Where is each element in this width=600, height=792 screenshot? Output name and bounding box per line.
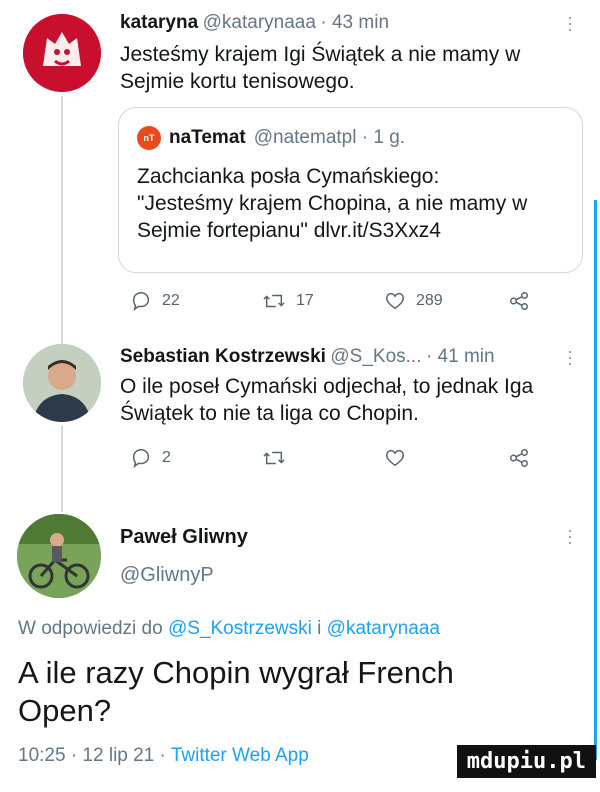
quoted-tweet-card[interactable]: nT naTemat @natematpl · 1 g. Zachcianka …	[118, 107, 583, 273]
author-handle[interactable]: @S_Kos...	[330, 346, 421, 367]
thread-line	[61, 96, 63, 336]
share-icon	[510, 292, 528, 310]
quote-text-line: "Jesteśmy krajem Chopina, a nie mamy w	[137, 192, 528, 215]
avatar-kataryna[interactable]	[23, 14, 101, 92]
more-icon[interactable]: · · ·	[567, 342, 573, 372]
retweet-button[interactable]	[262, 447, 296, 469]
like-count: 289	[416, 292, 443, 309]
tweet-text-line: A ile razy Chopin wygrał French	[18, 655, 454, 690]
reply-count: 22	[162, 292, 180, 309]
reply-count: 2	[162, 449, 171, 466]
tweet-header: Sebastian Kostrzewski @S_Kos... · 41 min	[120, 346, 495, 368]
reply-prefix: W odpowiedzi do	[18, 618, 163, 639]
more-icon[interactable]: · · ·	[567, 521, 573, 551]
like-icon	[386, 449, 404, 467]
quote-text-line: Zachcianka posła Cymańskiego:	[137, 165, 440, 188]
quote-text: Zachcianka posła Cymańskiego: "Jesteśmy …	[137, 163, 527, 244]
retweet-button[interactable]: 17	[262, 290, 314, 312]
tweet-text-line: Świątek to nie ta liga co Chopin.	[120, 402, 419, 425]
author-name[interactable]: Paweł Gliwny	[120, 526, 248, 549]
quote-header: nT naTemat @natematpl · 1 g.	[137, 126, 405, 150]
tweet-text-line: Jesteśmy krajem Igi Świątek a nie mamy w	[120, 43, 521, 66]
tweet-text-line: O ile poseł Cymański odjechał, to jednak…	[120, 375, 534, 398]
tweet-header: kataryna @katarynaaa · 43 min	[120, 12, 389, 34]
tweet-text-line: Open?	[18, 693, 112, 728]
tweet-timestamp[interactable]: 10:25 · 12 lip 21 ·	[18, 745, 166, 766]
tweet-time[interactable]: · 43 min	[320, 12, 389, 33]
retweet-count: 17	[296, 292, 314, 309]
avatar-person-icon	[23, 344, 101, 422]
author-name[interactable]: kataryna	[120, 12, 198, 33]
avatar-pawel[interactable]	[17, 514, 101, 598]
retweet-icon	[263, 294, 285, 308]
more-icon[interactable]: · · ·	[567, 8, 573, 38]
quote-author-name: naTemat	[169, 127, 246, 148]
share-icon	[510, 449, 528, 467]
thread-line	[61, 336, 63, 344]
reply-button[interactable]: 2	[130, 447, 171, 469]
thread-line	[61, 426, 63, 512]
mention-link[interactable]: @katarynaaa	[327, 618, 440, 639]
share-button[interactable]	[508, 447, 530, 469]
tweet-time[interactable]: · 41 min	[426, 346, 495, 367]
tweet-footer: 10:25 · 12 lip 21 · Twitter Web App	[18, 745, 309, 767]
author-handle[interactable]: @GliwnyP	[120, 564, 214, 587]
avatar-lion-emblem-icon	[23, 14, 101, 92]
scrollbar[interactable]	[594, 200, 597, 760]
quote-text-line: Sejmie fortepianu" dlvr.it/S3Xxz4	[137, 219, 441, 242]
reply-icon	[132, 449, 150, 469]
tweet-text: O ile poseł Cymański odjechał, to jednak…	[120, 373, 533, 427]
reply-context: W odpowiedzi do @S_Kostrzewski i @katary…	[18, 618, 440, 640]
quote-author-handle: @natematpl · 1 g.	[253, 127, 406, 148]
like-button[interactable]	[384, 447, 416, 469]
like-button[interactable]: 289	[384, 290, 443, 312]
reply-icon	[132, 292, 150, 312]
reply-button[interactable]: 22	[130, 290, 180, 312]
focused-tweet-text: A ile razy Chopin wygrał French Open?	[18, 654, 454, 730]
avatar-sebastian[interactable]	[23, 344, 101, 422]
retweet-icon	[263, 451, 285, 465]
author-name[interactable]: Sebastian Kostrzewski	[120, 346, 326, 367]
like-icon	[386, 292, 404, 310]
share-button[interactable]	[508, 290, 530, 312]
avatar-cyclist-icon	[17, 514, 101, 598]
tweet-text: Jesteśmy krajem Igi Świątek a nie mamy w…	[120, 41, 520, 95]
watermark: mdupiu.pl	[456, 745, 596, 778]
natemat-logo-icon: nT	[137, 126, 161, 150]
mention-link[interactable]: @S_Kostrzewski	[168, 618, 312, 639]
tweet-text-line: Sejmie kortu tenisowego.	[120, 70, 355, 93]
reply-conjunction: i	[317, 618, 322, 639]
tweet-client-link[interactable]: Twitter Web App	[171, 745, 309, 766]
author-handle[interactable]: @katarynaaa	[203, 12, 316, 33]
